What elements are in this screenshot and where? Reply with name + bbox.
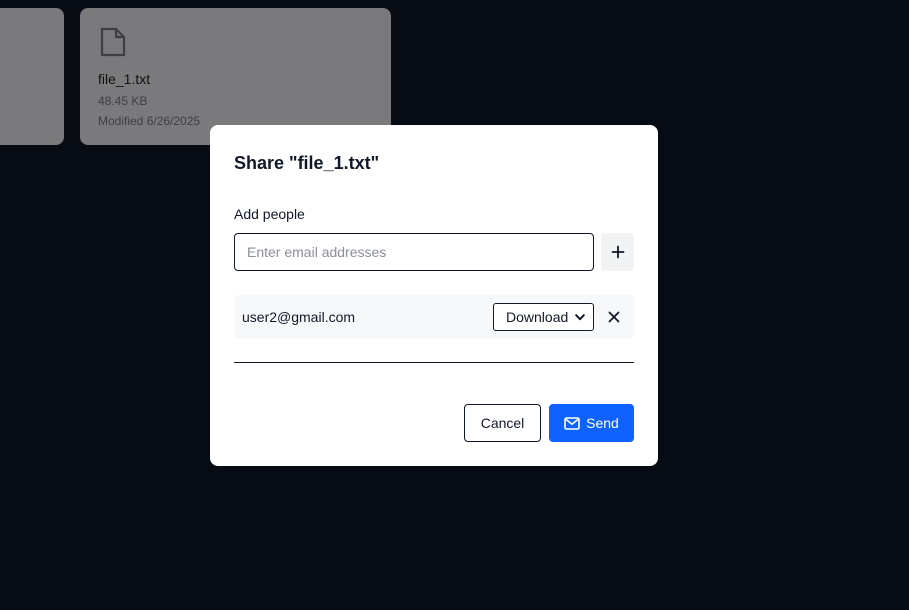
- divider: [234, 362, 634, 363]
- add-people-label: Add people: [234, 206, 305, 222]
- email-input[interactable]: [234, 233, 594, 271]
- permission-value: Download: [506, 309, 569, 325]
- send-button[interactable]: Send: [549, 404, 634, 442]
- send-label: Send: [586, 415, 619, 431]
- mail-icon: [564, 416, 580, 430]
- remove-user-button[interactable]: [604, 307, 624, 327]
- file-icon: [99, 26, 127, 58]
- file-name: file_1.txt: [98, 71, 151, 87]
- shared-user-email: user2@gmail.com: [242, 309, 356, 325]
- file-size: 48.45 KB: [98, 94, 148, 108]
- plus-icon: [611, 245, 625, 259]
- file-card: [0, 8, 64, 145]
- add-email-button[interactable]: [601, 233, 634, 271]
- cancel-button[interactable]: Cancel: [464, 404, 541, 442]
- share-dialog: Share "file_1.txt" Add people user2@gmai…: [210, 125, 658, 466]
- file-modified-date: Modified 6/26/2025: [98, 114, 201, 128]
- close-icon: [608, 311, 620, 323]
- shared-user-row: user2@gmail.com Download: [234, 295, 634, 339]
- dialog-title: Share "file_1.txt": [234, 153, 380, 173]
- chevron-down-icon: [575, 313, 585, 321]
- permission-select[interactable]: Download: [493, 303, 594, 331]
